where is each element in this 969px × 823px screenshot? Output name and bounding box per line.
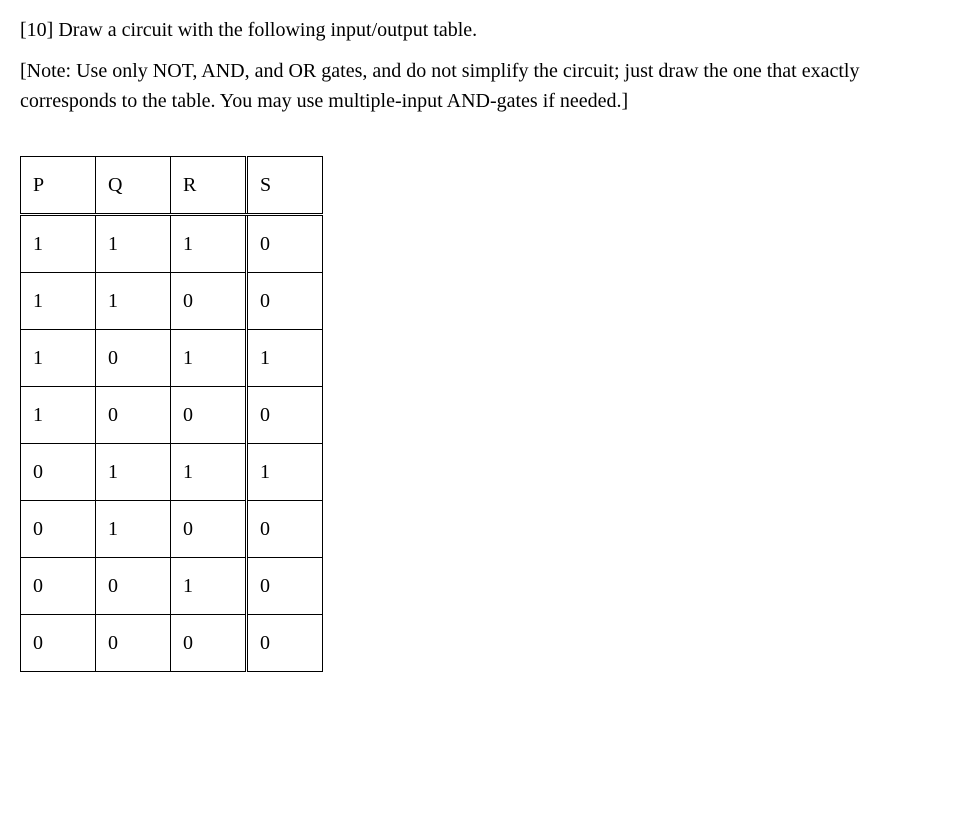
cell: 0	[96, 615, 171, 672]
cell: 0	[247, 501, 323, 558]
table-header-row: P Q R S	[21, 157, 323, 215]
cell: 1	[96, 444, 171, 501]
cell: 0	[171, 387, 247, 444]
cell: 1	[96, 501, 171, 558]
col-header: S	[247, 157, 323, 215]
cell: 0	[21, 558, 96, 615]
cell: 0	[247, 558, 323, 615]
cell: 1	[247, 444, 323, 501]
cell: 0	[96, 558, 171, 615]
cell: 1	[171, 444, 247, 501]
cell: 0	[171, 615, 247, 672]
cell: 0	[247, 215, 323, 273]
table-row: 0 1 1 1	[21, 444, 323, 501]
cell: 0	[96, 387, 171, 444]
problem-note: [Note: Use only NOT, AND, and OR gates, …	[20, 56, 949, 116]
cell: 0	[96, 330, 171, 387]
col-header: R	[171, 157, 247, 215]
cell: 0	[21, 501, 96, 558]
col-header: P	[21, 157, 96, 215]
table-row: 1 0 1 1	[21, 330, 323, 387]
cell: 1	[247, 330, 323, 387]
table-row: 1 0 0 0	[21, 387, 323, 444]
cell: 1	[96, 273, 171, 330]
cell: 1	[171, 330, 247, 387]
problem-number: [10]	[20, 19, 53, 41]
cell: 1	[171, 215, 247, 273]
cell: 0	[247, 387, 323, 444]
table-row: 1 1 0 0	[21, 273, 323, 330]
truth-table: P Q R S 1 1 1 0 1 1 0 0 1 0 1 1 1 0 0 0	[20, 156, 323, 672]
table-row: 0 0 0 0	[21, 615, 323, 672]
cell: 1	[21, 330, 96, 387]
cell: 0	[21, 615, 96, 672]
cell: 0	[171, 273, 247, 330]
table-row: 0 0 1 0	[21, 558, 323, 615]
problem-prompt: [10] Draw a circuit with the following i…	[20, 16, 949, 44]
cell: 0	[247, 615, 323, 672]
cell: 1	[21, 215, 96, 273]
problem-prompt-text: Draw a circuit with the following input/…	[58, 19, 477, 41]
cell: 1	[171, 558, 247, 615]
table-row: 0 1 0 0	[21, 501, 323, 558]
cell: 1	[96, 215, 171, 273]
cell: 0	[21, 444, 96, 501]
cell: 1	[21, 387, 96, 444]
table-row: 1 1 1 0	[21, 215, 323, 273]
cell: 0	[247, 273, 323, 330]
col-header: Q	[96, 157, 171, 215]
cell: 0	[171, 501, 247, 558]
cell: 1	[21, 273, 96, 330]
